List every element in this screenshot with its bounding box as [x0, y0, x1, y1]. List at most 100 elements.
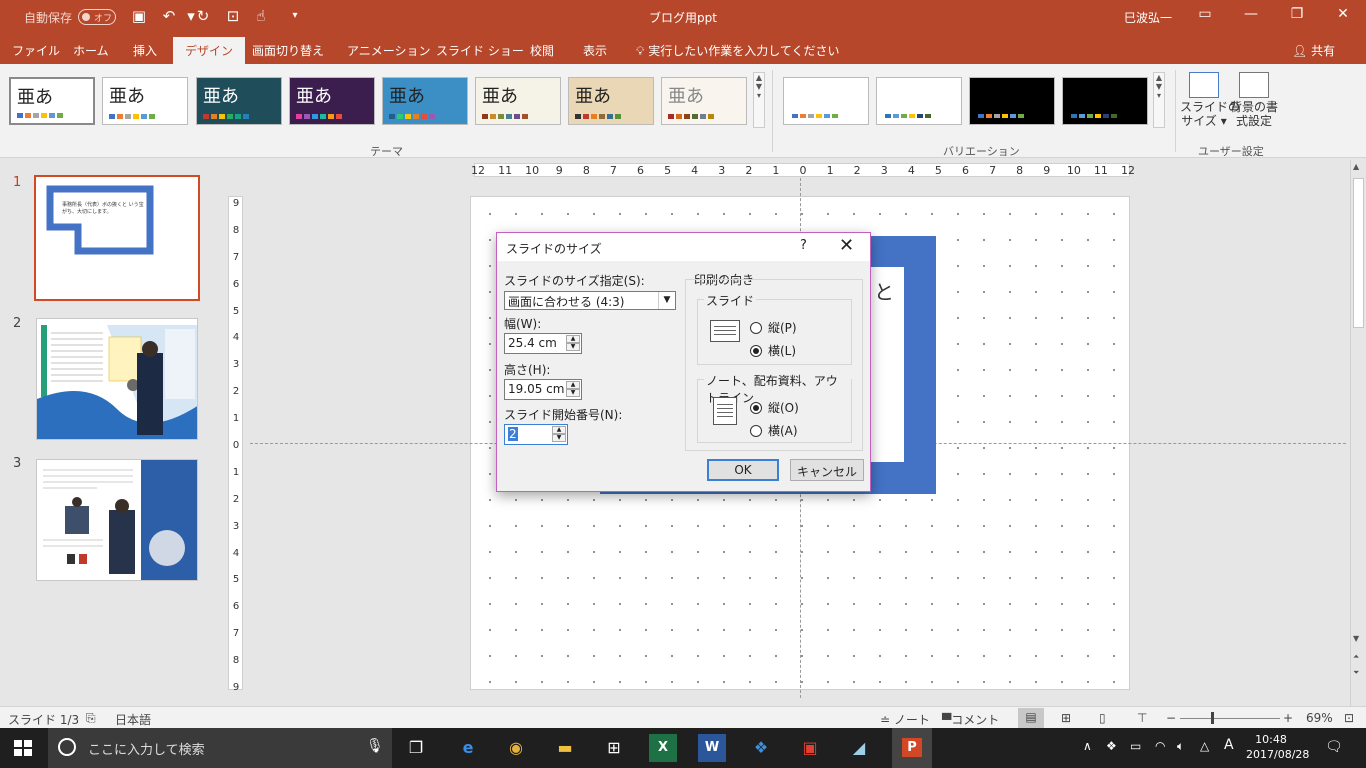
width-spin-buttons[interactable]: ▲ ▼ — [566, 335, 580, 352]
ribbon-display-icon[interactable]: ▭ — [1190, 6, 1220, 22]
maximize-icon[interactable]: ❐ — [1282, 6, 1312, 22]
autosave-toggle[interactable]: オフ — [78, 9, 116, 25]
wifi-icon[interactable]: ◠ — [1155, 739, 1165, 753]
save-icon[interactable]: ▣ — [128, 7, 150, 25]
share-button[interactable]: 👤︎ 共有 — [1292, 40, 1352, 60]
dropbox-tray-icon[interactable]: ❖ — [1106, 739, 1117, 753]
help-button[interactable]: ? — [800, 238, 807, 253]
scroll-up-icon[interactable]: ▲ — [1353, 162, 1359, 171]
clock[interactable]: 10:48 2017/08/28 — [1246, 732, 1309, 762]
store-icon[interactable]: ⊞ — [600, 734, 628, 762]
user-name[interactable]: 巳波弘一 — [1124, 9, 1172, 26]
blue-app-icon[interactable]: ◢ — [845, 734, 873, 762]
variants-scroll[interactable]: ▲ ▼ ▾ — [1153, 72, 1165, 128]
minimize-icon[interactable]: — — [1236, 6, 1266, 22]
dropbox-icon[interactable]: ❖ — [747, 734, 775, 762]
theme-8[interactable]: 亜あ — [661, 77, 747, 125]
tab-design[interactable]: デザイン — [173, 37, 246, 64]
volume-icon[interactable]: 🔈︎ — [1177, 739, 1184, 754]
variant-2[interactable] — [876, 77, 962, 125]
normal-view-icon[interactable]: ▤ — [1018, 708, 1044, 728]
language[interactable]: 日本語 — [115, 711, 151, 728]
slides-landscape-radio[interactable]: 横(L) — [750, 342, 796, 359]
variant-1[interactable] — [783, 77, 869, 125]
taskbar-search[interactable]: ここに入力して検索 🎙︎ — [48, 728, 392, 768]
tab-insert[interactable]: 挿入 — [133, 42, 157, 59]
show-hidden-icons[interactable]: ∧ — [1083, 739, 1092, 753]
word-icon[interactable]: W — [698, 734, 726, 762]
zoom-level[interactable]: 69% — [1306, 711, 1333, 725]
slide-sorter-icon[interactable]: ⊞ — [1061, 711, 1071, 725]
scroll-thumb[interactable] — [1353, 178, 1364, 328]
scroll-down-icon[interactable]: ▼ — [1353, 634, 1359, 643]
dialog-close-button[interactable]: ✕ — [839, 235, 854, 256]
slides-portrait-radio[interactable]: 縦(P) — [750, 319, 797, 336]
reading-view-icon[interactable]: ▯ — [1099, 711, 1106, 725]
zoom-out-button[interactable]: − — [1166, 711, 1176, 725]
cancel-button[interactable]: キャンセル — [790, 459, 864, 481]
theme-6[interactable]: 亜あ — [475, 77, 561, 125]
size-for-select[interactable]: 画面に合わせる (4:3) ▼ — [504, 291, 676, 310]
slideshow-view-icon[interactable]: ⊤ — [1137, 711, 1147, 725]
prev-slide-icon[interactable]: ⏶ — [1353, 652, 1359, 662]
themes-scroll[interactable]: ▲ ▼ ▾ — [753, 72, 765, 128]
drive-icon[interactable]: △ — [1200, 739, 1209, 753]
close-icon[interactable]: ✕ — [1328, 6, 1358, 22]
windows-start-icon[interactable] — [14, 740, 32, 756]
theme-4[interactable]: 亜あ — [289, 77, 375, 125]
microphone-icon[interactable]: 🎙︎ — [366, 738, 384, 754]
tab-view[interactable]: 表示 — [583, 42, 607, 59]
ok-button[interactable]: OK — [707, 459, 779, 481]
proofing-icon[interactable]: ⎘ — [86, 711, 96, 726]
spin-up-icon[interactable]: ▲ — [552, 426, 566, 434]
start-number-spin-buttons[interactable]: ▲ ▼ — [552, 426, 566, 443]
slide-text[interactable]: と — [874, 276, 894, 305]
tab-home[interactable]: ホーム — [73, 42, 109, 59]
height-spinner[interactable]: 19.05 cm ▲ ▼ — [504, 379, 582, 400]
notes-landscape-radio[interactable]: 横(A) — [750, 422, 798, 439]
touch-mode-icon[interactable]: ☝ — [250, 7, 272, 25]
action-center-icon[interactable]: 🗨︎ — [1325, 739, 1343, 755]
theme-3[interactable]: 亜あ — [196, 77, 282, 125]
present-icon[interactable]: ⊡ — [222, 7, 244, 25]
undo-icon[interactable]: ↶ — [158, 7, 180, 25]
height-spin-buttons[interactable]: ▲ ▼ — [566, 381, 580, 398]
slide-size-button[interactable]: スライドの サイズ ▾ — [1180, 72, 1240, 128]
start-number-spinner[interactable]: 2 ▲ ▼ — [504, 424, 568, 445]
spin-up-icon[interactable]: ▲ — [566, 335, 580, 343]
format-background-button[interactable]: 背景の書 式設定 — [1230, 72, 1278, 128]
chrome-icon[interactable]: ◉ — [502, 734, 530, 762]
tab-file[interactable]: ファイル — [12, 42, 60, 59]
file-explorer-icon[interactable]: ▬ — [551, 734, 579, 762]
tab-transitions[interactable]: 画面切り替え — [252, 42, 324, 59]
slide-thumbnail-3[interactable] — [36, 459, 198, 581]
tab-animations[interactable]: アニメーション — [347, 42, 431, 59]
slide-thumbnail-2[interactable] — [36, 318, 198, 440]
variant-3[interactable] — [969, 77, 1055, 125]
ime-indicator[interactable]: A — [1224, 737, 1234, 753]
battery-icon[interactable]: ▭ — [1130, 739, 1141, 753]
zoom-in-button[interactable]: + — [1283, 711, 1293, 725]
tab-slideshow[interactable]: スライド ショー — [436, 42, 524, 59]
theme-office[interactable]: 亜あ — [9, 77, 95, 125]
comments-button[interactable]: ▀コメント — [942, 711, 999, 728]
theme-7[interactable]: 亜あ — [568, 77, 654, 125]
notes-portrait-radio[interactable]: 縦(O) — [750, 399, 799, 416]
powerpoint-icon[interactable]: P — [892, 728, 932, 768]
width-spinner[interactable]: 25.4 cm ▲ ▼ — [504, 333, 582, 354]
customize-qat-icon[interactable]: ▾ — [284, 10, 306, 21]
tab-review[interactable]: 校閲 — [530, 42, 554, 59]
slide-thumbnail-1[interactable]: 事務所長（代表）ボの挨くと いう宝がち、大切にします。 — [34, 175, 200, 301]
variant-4[interactable] — [1062, 77, 1148, 125]
task-view-icon[interactable]: ❐ — [402, 734, 430, 762]
spin-down-icon[interactable]: ▼ — [566, 343, 580, 351]
spin-down-icon[interactable]: ▼ — [552, 434, 566, 442]
redo-icon[interactable]: ↻ — [192, 7, 214, 25]
red-app-icon[interactable]: ▣ — [796, 734, 824, 762]
spin-down-icon[interactable]: ▼ — [566, 389, 580, 397]
tell-me-box[interactable]: 💡︎ 実行したい作業を入力してください — [636, 42, 840, 59]
notes-button[interactable]: ≐ ノート — [880, 711, 930, 728]
spin-up-icon[interactable]: ▲ — [566, 381, 580, 389]
theme-5[interactable]: 亜あ — [382, 77, 468, 125]
excel-icon[interactable]: X — [649, 734, 677, 762]
